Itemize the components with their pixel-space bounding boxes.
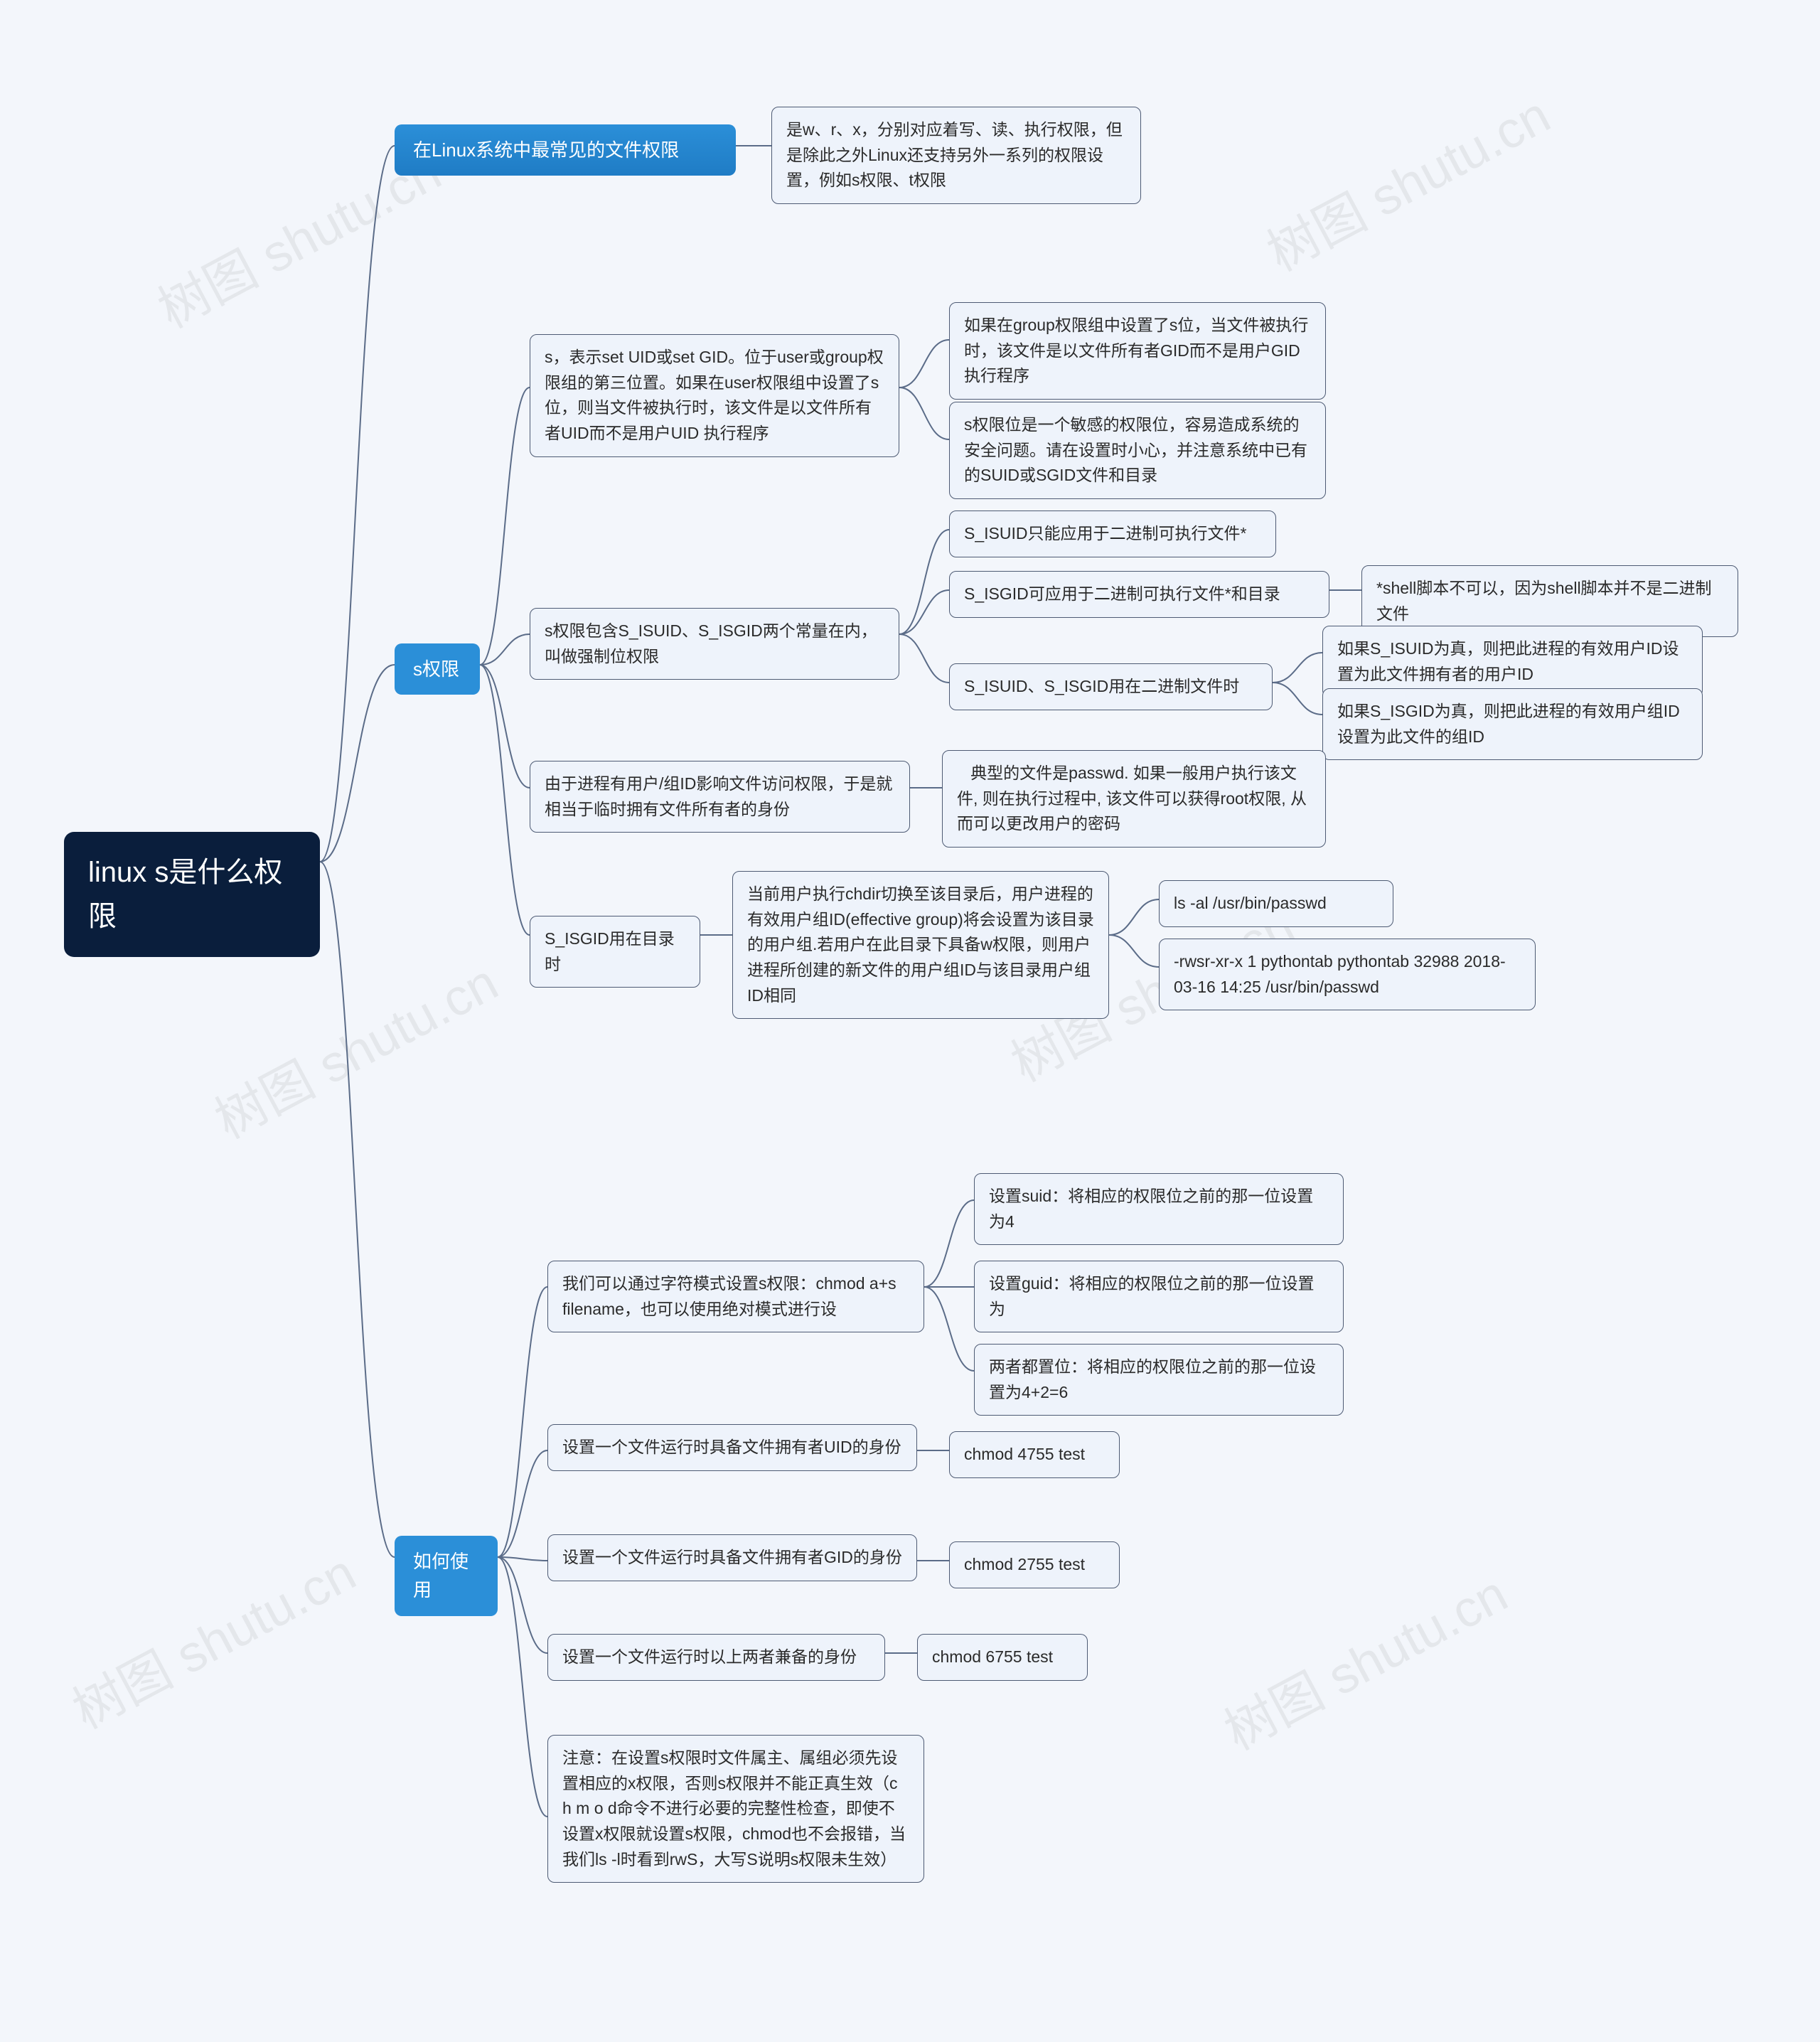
use-note: 注意：在设置s权限时文件属主、属组必须先设置相应的x权限，否则s权限并不能正真生…	[547, 1735, 924, 1883]
s-force-binary-when: S_ISUID、S_ISGID用在二进制文件时	[949, 663, 1273, 710]
s-temp-passwd: 典型的文件是passwd. 如果一般用户执行该文件, 则在执行过程中, 该文件可…	[942, 750, 1326, 848]
watermark: 树图 shutu.cn	[1252, 74, 1561, 285]
use-uid-cmd: chmod 4755 test	[949, 1431, 1120, 1478]
use-both-6: 两者都置位：将相应的权限位之前的那一位设置为4+2=6	[974, 1344, 1344, 1416]
s-force-isgid-true: 如果S_ISGID为真，则把此进程的有效用户组ID设置为此文件的组ID	[1322, 688, 1703, 760]
use-guid: 设置guid：将相应的权限位之前的那一位设置为	[974, 1261, 1344, 1332]
branch-s-permission[interactable]: s权限	[395, 643, 480, 695]
s-isgid-cmd-ls: ls -al /usr/bin/passwd	[1159, 880, 1393, 927]
s-isgid-dir: S_ISGID用在目录时	[530, 916, 700, 988]
use-gid-cmd: chmod 2755 test	[949, 1541, 1120, 1588]
use-uid-file: 设置一个文件运行时具备文件拥有者UID的身份	[547, 1424, 917, 1471]
s-force-isgid-bin-dir: S_ISGID可应用于二进制可执行文件*和目录	[949, 571, 1329, 618]
use-suid-4: 设置suid：将相应的权限位之前的那一位设置为4	[974, 1173, 1344, 1245]
s-setuid-warning: s权限位是一个敏感的权限位，容易造成系统的安全问题。请在设置时小心，并注意系统中…	[949, 402, 1326, 499]
branch-how-to-use[interactable]: 如何使用	[395, 1536, 498, 1616]
watermark: 树图 shutu.cn	[58, 1532, 366, 1743]
watermark: 树图 shutu.cn	[200, 941, 508, 1153]
s-setuid-group: 如果在group权限组中设置了s位，当文件被执行时，该文件是以文件所有者GID而…	[949, 302, 1326, 400]
s-temp-identity: 由于进程有用户/组ID影响文件访问权限，于是就相当于临时拥有文件所有者的身份	[530, 761, 910, 833]
use-gid-file: 设置一个文件运行时具备文件拥有者GID的身份	[547, 1534, 917, 1581]
use-both-file: 设置一个文件运行时以上两者兼备的身份	[547, 1634, 885, 1681]
s-force-isuid-bin: S_ISUID只能应用于二进制可执行文件*	[949, 510, 1276, 557]
watermark: 树图 shutu.cn	[1209, 1553, 1518, 1764]
use-both-cmd: chmod 6755 test	[917, 1634, 1088, 1681]
common-desc: 是w、r、x，分别对应着写、读、执行权限，但是除此之外Linux还支持另外一系列…	[771, 107, 1141, 204]
use-chmod-desc: 我们可以通过字符模式设置s权限：chmod a+s filename，也可以使用…	[547, 1261, 924, 1332]
s-setuid-desc: s，表示set UID或set GID。位于user或group权限组的第三位置…	[530, 334, 899, 457]
s-force-isuid-true: 如果S_ISUID为真，则把此进程的有效用户ID设置为此文件拥有者的用户ID	[1322, 626, 1703, 697]
branch-common-permissions[interactable]: 在Linux系统中最常见的文件权限	[395, 124, 736, 176]
root-node[interactable]: linux s是什么权限	[64, 832, 320, 957]
s-isgid-cmd-output: -rwsr-xr-x 1 pythontab pythontab 32988 2…	[1159, 939, 1536, 1010]
s-isgid-dir-desc: 当前用户执行chdir切换至该目录后，用户进程的有效用户组ID(effectiv…	[732, 871, 1109, 1019]
s-force-desc: s权限包含S_ISUID、S_ISGID两个常量在内，叫做强制位权限	[530, 608, 899, 680]
